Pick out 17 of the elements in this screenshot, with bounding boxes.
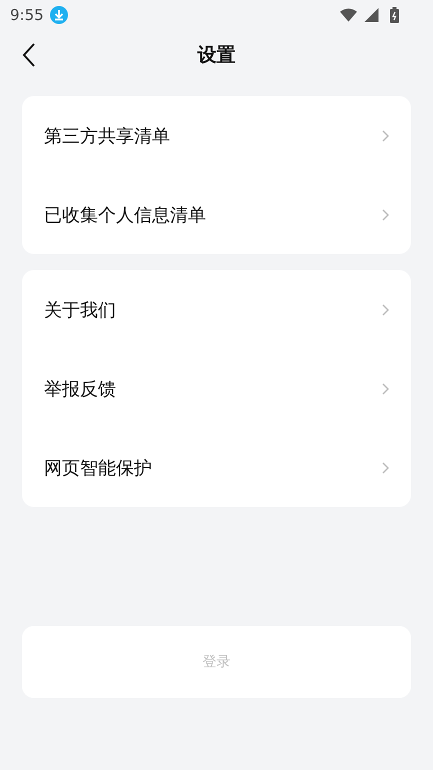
- battery-icon: [390, 7, 399, 23]
- chevron-icon: [382, 304, 389, 316]
- download-icon: [50, 6, 68, 24]
- chevron-icon: [382, 130, 389, 142]
- settings-item[interactable]: 已收集个人信息清单: [44, 202, 206, 226]
- chevron-icon: [382, 382, 389, 394]
- settings-item[interactable]: 第三方共享清单: [44, 124, 170, 148]
- settings-item[interactable]: 网页智能保护: [44, 456, 152, 480]
- settings-item[interactable]: 举报反馈: [44, 376, 116, 400]
- wifi-icon: [340, 8, 357, 22]
- settings-item[interactable]: 关于我们: [44, 298, 116, 322]
- back-icon[interactable]: [22, 43, 36, 67]
- chevron-icon: [382, 462, 389, 474]
- page-title: 设置: [198, 43, 236, 68]
- status-time: 9:55: [10, 6, 44, 24]
- chevron-icon: [382, 208, 389, 220]
- signal-icon: [363, 8, 380, 22]
